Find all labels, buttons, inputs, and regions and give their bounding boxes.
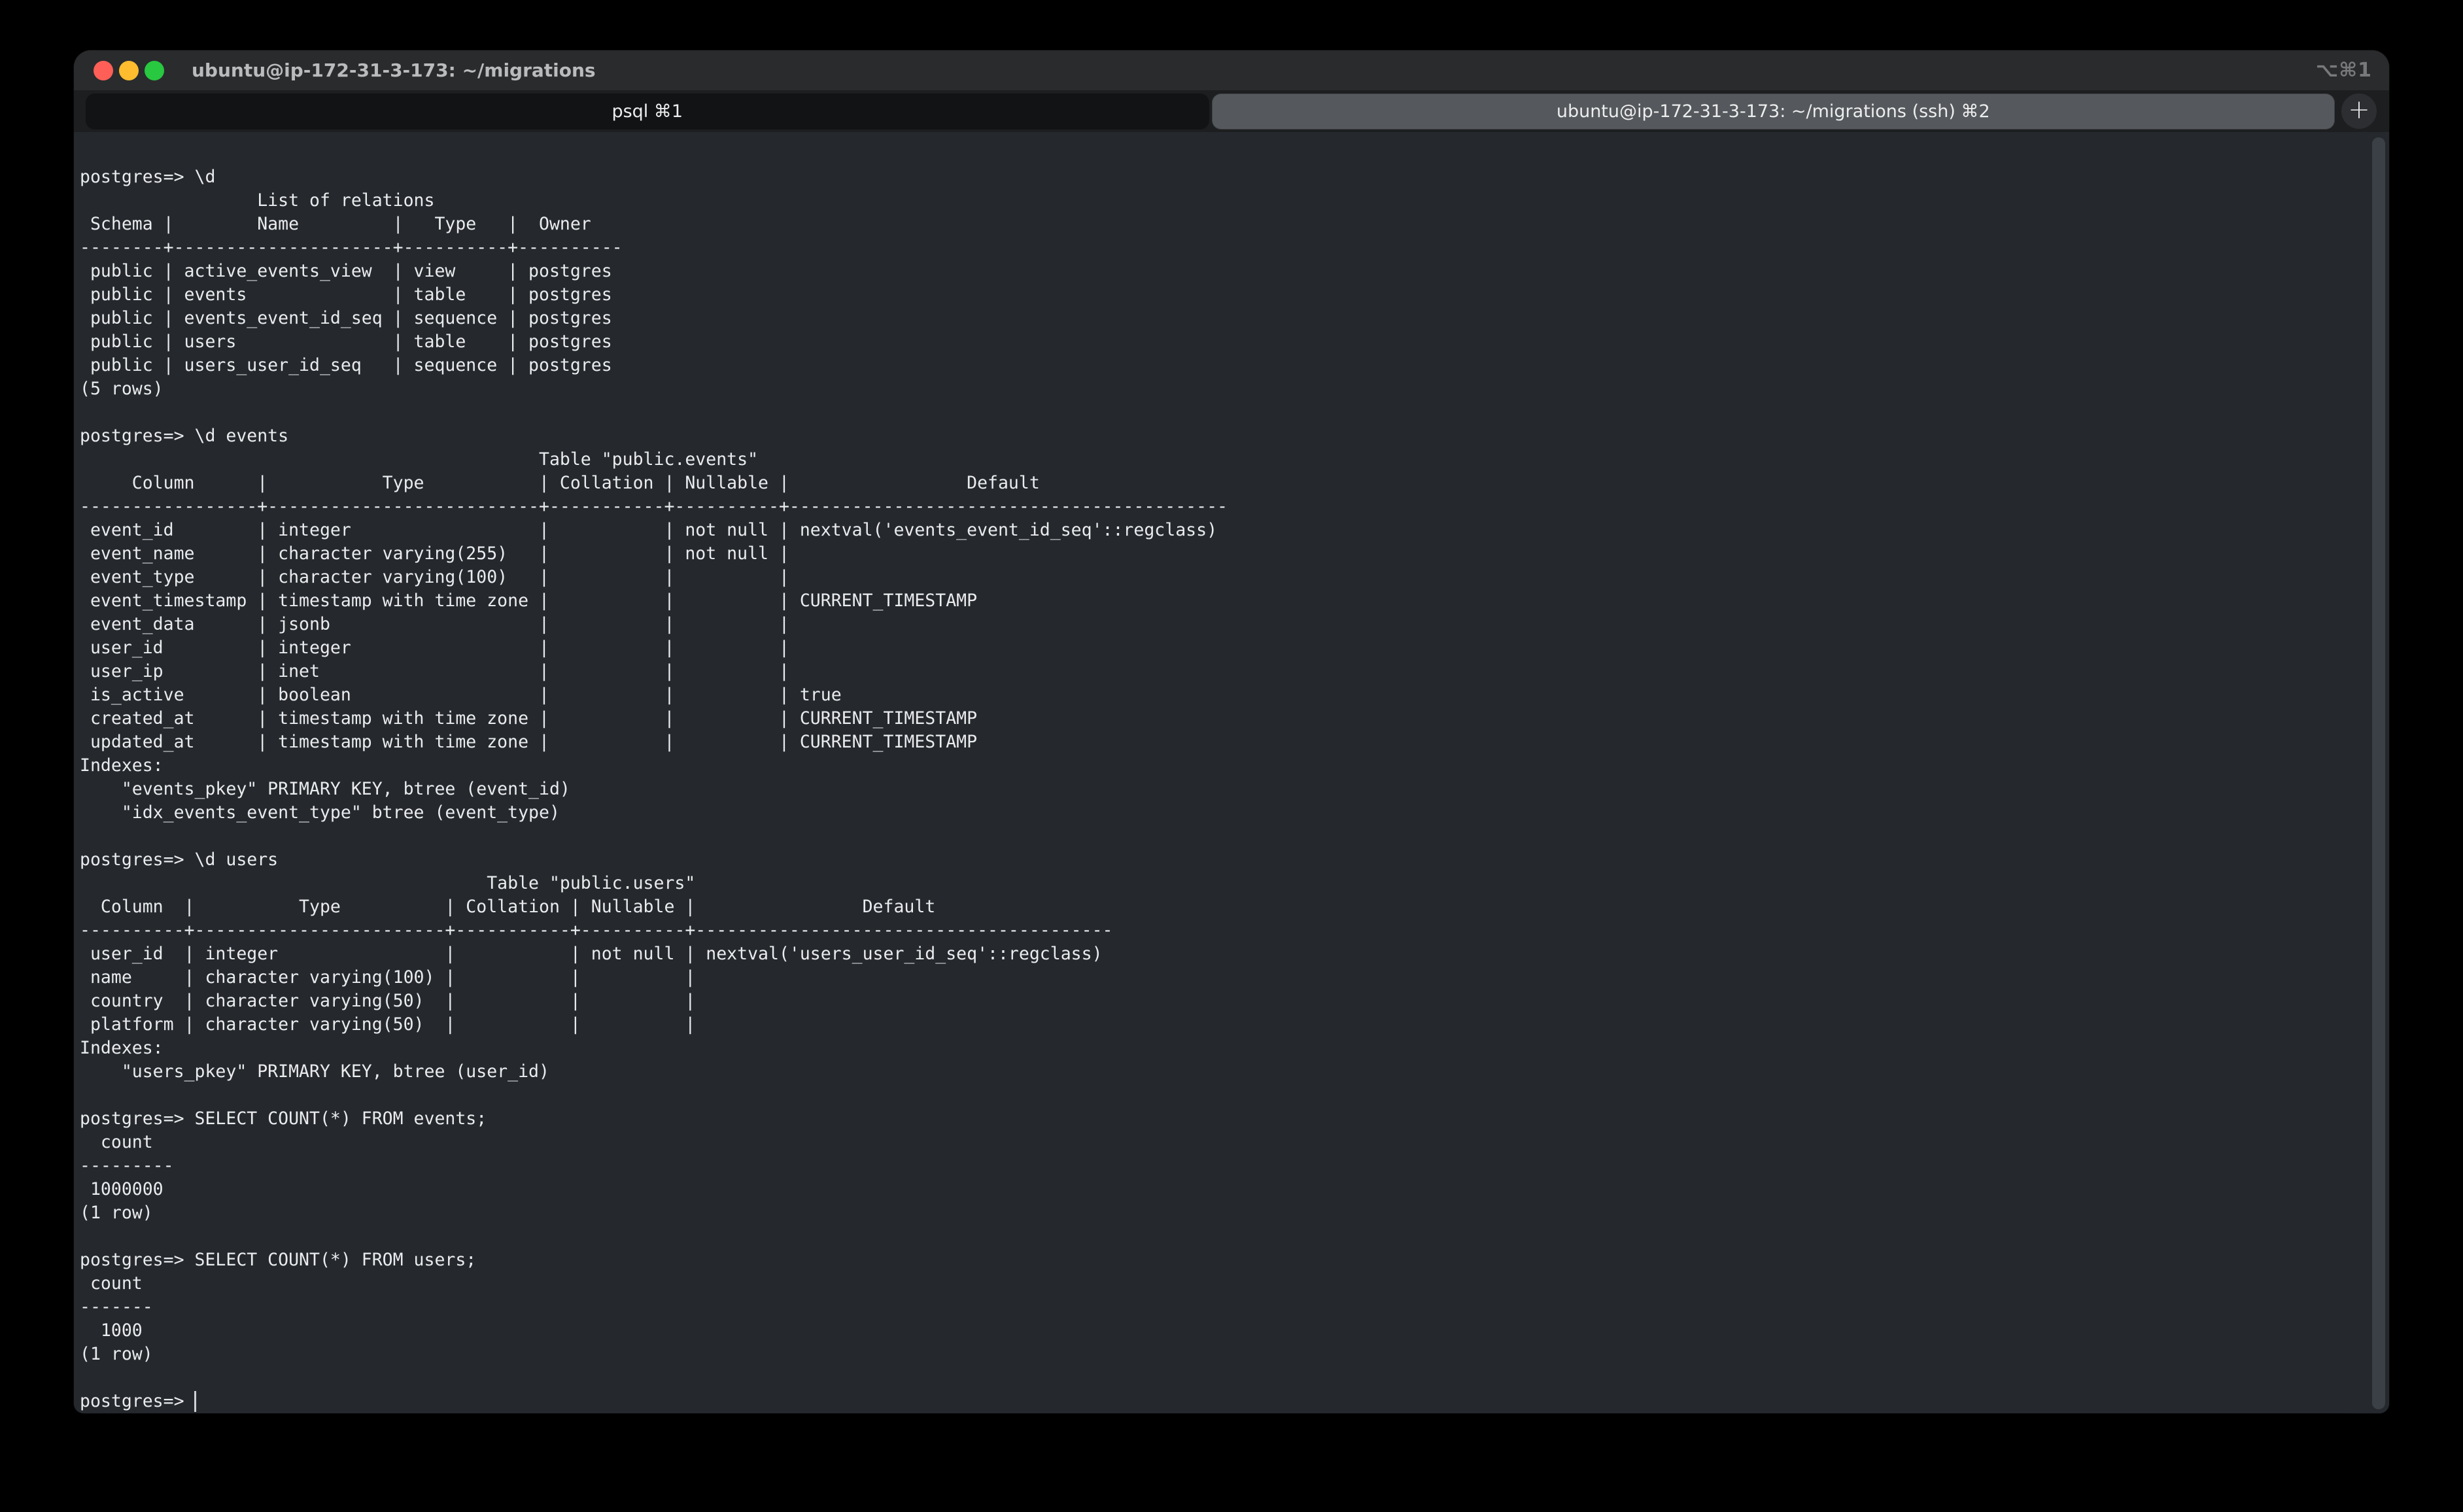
tab-ssh-migrations[interactable]: ubuntu@ip-172-31-3-173: ~/migrations (ss… <box>1212 94 2335 129</box>
window-title: ubuntu@ip-172-31-3-173: ~/migrations <box>192 60 596 81</box>
terminal-content-area[interactable]: postgres=> \d List of relations Schema |… <box>74 132 2389 1413</box>
minimize-button[interactable] <box>119 61 139 80</box>
terminal-window: ubuntu@ip-172-31-3-173: ~/migrations ⌥⌘1… <box>74 50 2389 1413</box>
traffic-lights <box>94 61 164 80</box>
tab-bar: psql ⌘1 ubuntu@ip-172-31-3-173: ~/migrat… <box>74 90 2389 132</box>
tab-psql[interactable]: psql ⌘1 <box>86 94 1209 129</box>
titlebar: ubuntu@ip-172-31-3-173: ~/migrations ⌥⌘1 <box>74 50 2389 90</box>
terminal-output: postgres=> \d List of relations Schema |… <box>80 165 1228 1413</box>
keyboard-shortcut-hint: ⌥⌘1 <box>2316 59 2372 82</box>
close-button[interactable] <box>94 61 113 80</box>
new-tab-button[interactable]: + <box>2341 94 2377 129</box>
text-cursor <box>194 1391 196 1412</box>
zoom-button[interactable] <box>145 61 164 80</box>
scrollbar-thumb[interactable] <box>2372 137 2385 1409</box>
